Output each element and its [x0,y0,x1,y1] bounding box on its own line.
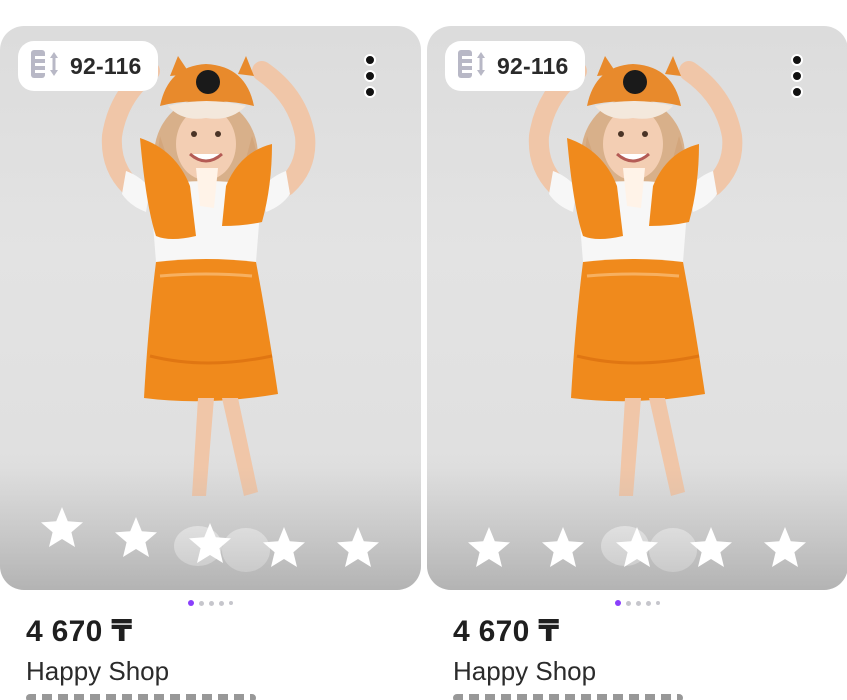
pagination-dot[interactable] [219,600,224,606]
pagination-dot-active[interactable] [615,600,621,606]
product-price: 4 670 ₸ [26,615,133,648]
star-icon[interactable] [38,504,86,552]
size-label: 92-116 [497,52,569,79]
pagination-dot[interactable] [199,600,204,606]
pagination-dot[interactable] [209,600,214,606]
star-icon[interactable] [334,524,382,572]
size-badge[interactable]: 92-116 [18,41,158,91]
product-photo[interactable]: 92-116 [0,26,421,590]
product-photo[interactable]: 92-116 [427,26,847,590]
pagination-dot[interactable] [656,601,660,605]
star-icon[interactable] [186,520,234,568]
star-icon[interactable] [112,514,160,562]
pagination-dot[interactable] [646,600,651,606]
truncated-text-line [26,694,256,700]
gallery-pagination [427,599,847,607]
shop-name[interactable]: Happy Shop [26,656,169,687]
pagination-dot[interactable] [626,600,631,606]
product-price: 4 670 ₸ [453,615,560,648]
size-ruler-icon [30,48,62,85]
shop-name[interactable]: Happy Shop [453,656,596,687]
star-icon[interactable] [687,524,735,572]
pagination-dot[interactable] [229,601,233,605]
star-icon[interactable] [539,524,587,572]
star-icon[interactable] [260,524,308,572]
size-label: 92-116 [70,52,142,79]
truncated-text-line [453,694,683,700]
size-badge[interactable]: 92-116 [445,41,585,91]
more-options-button[interactable] [782,50,812,102]
pagination-dot[interactable] [636,600,641,606]
costume-image [427,56,847,590]
size-ruler-icon [457,48,489,85]
pagination-dot-active[interactable] [188,600,194,606]
star-icon[interactable] [613,524,661,572]
more-vertical-icon [791,54,803,98]
more-options-button[interactable] [355,50,385,102]
star-icon[interactable] [465,524,513,572]
product-card[interactable]: 92-116 4 670 ₸ Happy Shop [427,0,847,700]
more-vertical-icon [364,54,376,98]
gallery-pagination [0,599,421,607]
star-icon[interactable] [761,524,809,572]
product-card[interactable]: 92-116 4 670 ₸ Happy Shop [0,0,421,700]
